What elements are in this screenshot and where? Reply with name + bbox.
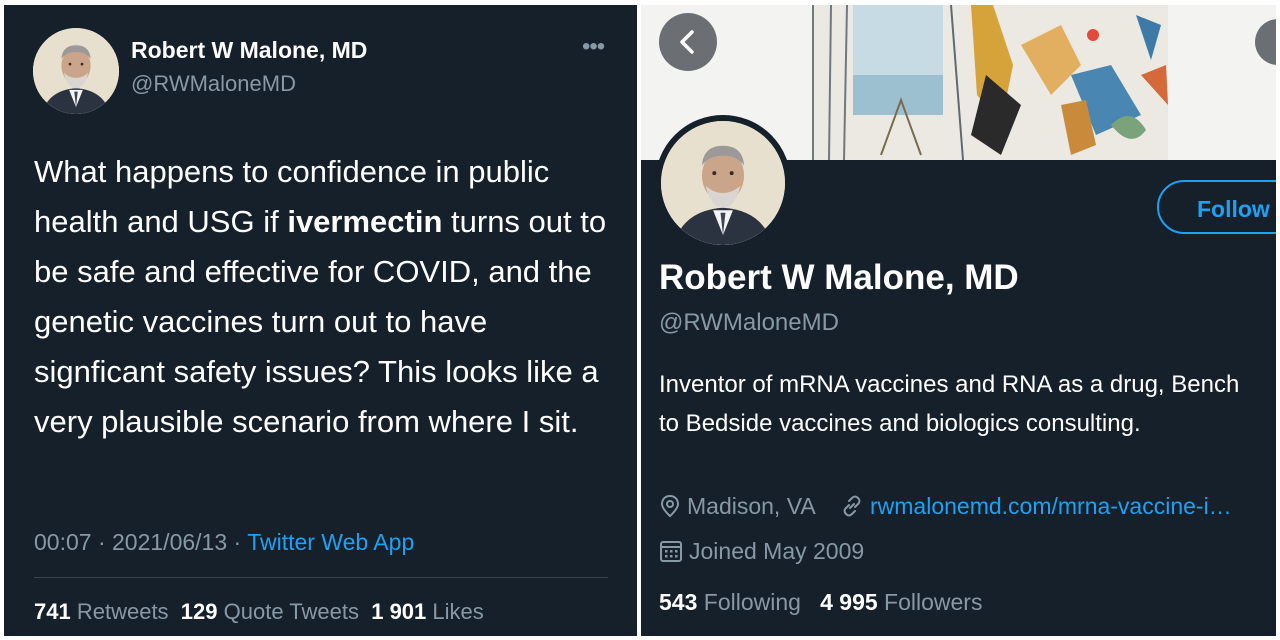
tweet-text-bold: ivermectin <box>287 204 443 239</box>
profile-joined: Joined May 2009 <box>689 538 865 564</box>
avatar-portrait <box>661 121 785 245</box>
meta-separator: · <box>97 529 106 555</box>
followers-count: 4 995 <box>820 589 878 615</box>
more-horizontal-icon[interactable]: ••• <box>582 35 605 59</box>
likes-count: 1 901 <box>371 599 427 624</box>
avatar-portrait <box>33 28 119 114</box>
tweet-panel: Robert W Malone, MD @RWMaloneMD ••• What… <box>4 5 637 636</box>
retweets-label: Retweets <box>76 599 169 624</box>
following-label: Following <box>703 589 801 615</box>
profile-info-row: Joined May 2009 <box>659 538 864 569</box>
tweet-text-part: turns out to be safe and effective for C… <box>34 204 607 439</box>
follow-button[interactable]: Follow <box>1157 180 1276 234</box>
following-stat[interactable]: 543 Following <box>659 589 801 615</box>
link-icon <box>840 494 864 524</box>
author-handle[interactable]: @RWMaloneMD <box>131 71 296 97</box>
tweet-time[interactable]: 00:07 <box>34 529 92 555</box>
followers-label: Followers <box>884 589 983 615</box>
profile-avatar[interactable] <box>655 115 791 251</box>
likes-stat[interactable]: 1 901 Likes <box>371 599 484 624</box>
source-app-link[interactable]: Twitter Web App <box>247 529 414 555</box>
quote-tweets-stat[interactable]: 129 Quote Tweets <box>181 599 359 624</box>
quote-tweets-label: Quote Tweets <box>223 599 359 624</box>
likes-label: Likes <box>432 599 484 624</box>
avatar[interactable] <box>33 28 119 114</box>
following-count: 543 <box>659 589 698 615</box>
screenshot-collage: Robert W Malone, MD @RWMaloneMD ••• What… <box>0 0 1280 640</box>
profile-stats: 543 Following 4 995 Followers <box>659 589 982 616</box>
tweet-stats: 741 Retweets 129 Quote Tweets 1 901 Like… <box>34 599 484 625</box>
retweets-stat[interactable]: 741 Retweets <box>34 599 169 624</box>
quote-tweets-count: 129 <box>180 599 218 624</box>
profile-info-row: Madison, VA rwmalonemd.com/mrna-vaccine-… <box>659 493 1232 524</box>
followers-stat[interactable]: 4 995 Followers <box>820 589 982 615</box>
calendar-icon <box>659 539 683 569</box>
author-name[interactable]: Robert W Malone, MD <box>131 37 367 64</box>
profile-handle: @RWMaloneMD <box>659 309 839 336</box>
profile-location: Madison, VA <box>687 493 815 519</box>
tweet-text: What happens to confidence in public hea… <box>34 147 619 447</box>
profile-panel: Follow Robert W Malone, MD @RWMaloneMD I… <box>641 5 1276 636</box>
profile-website-link[interactable]: rwmalonemd.com/mrna-vaccine-i… <box>870 493 1232 519</box>
chevron-left-icon <box>680 30 694 54</box>
meta-separator: · <box>233 529 242 555</box>
location-pin-icon <box>659 494 681 524</box>
profile-bio: Inventor of mRNA vaccines and RNA as a d… <box>659 371 1240 437</box>
divider <box>34 577 608 578</box>
retweets-count: 741 <box>34 599 71 624</box>
tweet-date[interactable]: 2021/06/13 <box>112 529 227 555</box>
back-button[interactable] <box>659 13 717 71</box>
profile-name: Robert W Malone, MD <box>659 258 1019 297</box>
tweet-meta: 00:07 · 2021/06/13 · Twitter Web App <box>34 529 414 556</box>
